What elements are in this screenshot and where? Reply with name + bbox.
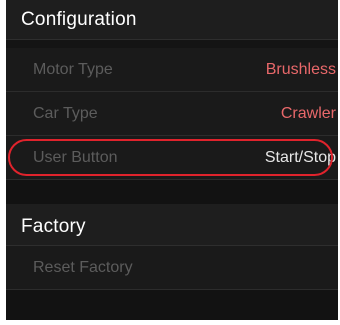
settings-row-motor-type[interactable]: Motor Type Brushless bbox=[6, 48, 338, 92]
section-title: Configuration bbox=[21, 9, 137, 30]
row-value: Start/Stop bbox=[264, 149, 336, 166]
row-value: Brushless bbox=[265, 61, 336, 78]
section-header-configuration: Configuration bbox=[6, 0, 338, 40]
row-value: Crawler bbox=[280, 105, 336, 122]
section-title: Factory bbox=[21, 216, 86, 237]
bottom-area bbox=[6, 290, 338, 320]
settings-row-user-button[interactable]: User Button Start/Stop bbox=[6, 136, 338, 180]
section-gap bbox=[6, 180, 338, 204]
section-header-factory: Factory bbox=[6, 204, 338, 246]
settings-panel: Configuration Motor Type Brushless Car T… bbox=[6, 0, 338, 320]
row-label: User Button bbox=[33, 149, 118, 166]
settings-row-reset-factory[interactable]: Reset Factory bbox=[6, 246, 338, 290]
row-label: Car Type bbox=[33, 105, 98, 122]
row-label: Motor Type bbox=[33, 61, 113, 78]
row-label: Reset Factory bbox=[33, 259, 133, 276]
settings-row-car-type[interactable]: Car Type Crawler bbox=[6, 92, 338, 136]
